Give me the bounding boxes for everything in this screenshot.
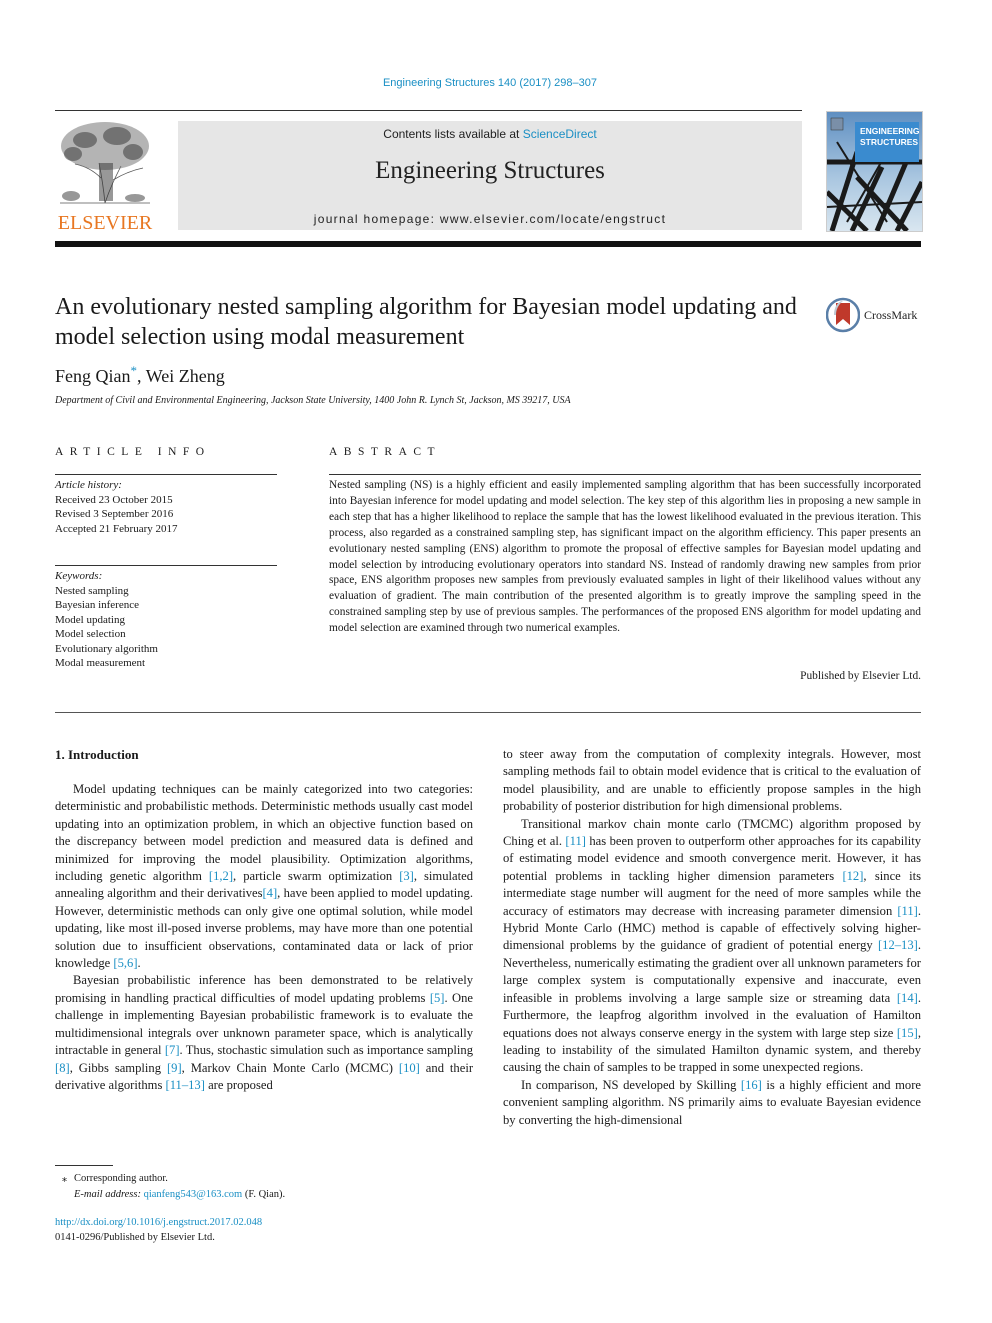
citation-link[interactable]: [5,6] [113, 956, 137, 970]
citation-link[interactable]: [10] [399, 1061, 420, 1075]
keyword-item: Bayesian inference [55, 599, 139, 611]
body-column-left: Model updating techniques can be mainly … [55, 781, 473, 1094]
keywords: Keywords: Nested sampling Bayesian infer… [55, 569, 158, 671]
citation-link[interactable]: [11] [565, 834, 586, 848]
author-separator: , [137, 366, 146, 386]
section-heading-introduction: 1. Introduction [55, 747, 139, 762]
author-list: Feng Qian*, Wei Zheng [55, 363, 225, 387]
keyword-item: Modal measurement [55, 657, 146, 669]
article-info-heading: ARTICLE INFO [55, 446, 211, 458]
author-name[interactable]: Wei Zheng [146, 366, 225, 386]
author-affiliation: Department of Civil and Environmental En… [55, 395, 571, 406]
body-text: , Markov Chain Monte Carlo (MCMC) [181, 1060, 399, 1075]
citation-link[interactable]: [12] [842, 869, 863, 883]
keyword-item: Model updating [55, 613, 125, 626]
email-suffix: (F. Qian). [242, 1189, 286, 1200]
citation-link[interactable]: [3] [399, 869, 414, 883]
history-accepted: Accepted 21 February 2017 [55, 522, 178, 535]
citation-link[interactable]: [16] [741, 1078, 762, 1092]
journal-masthead: Contents lists available at ScienceDirec… [178, 121, 802, 230]
citation-link[interactable]: [5] [430, 991, 445, 1005]
citation-link[interactable]: [11] [897, 904, 918, 918]
history-revised: Revised 3 September 2016 [55, 508, 174, 520]
abstract-divider [329, 474, 921, 475]
keyword-item: Evolutionary algorithm [55, 642, 158, 655]
citation-link[interactable]: [12–13] [878, 938, 918, 952]
cover-title: Engineering Structures [855, 122, 920, 162]
top-rule [55, 110, 802, 111]
footnote-marker: ⁎ [61, 1173, 68, 1184]
homepage-prefix: journal homepage: [313, 212, 440, 226]
info-divider [55, 565, 277, 566]
issn-line: 0141-0296/Published by Elsevier Ltd. [55, 1231, 215, 1243]
cover-title-line1: Engineering [860, 126, 920, 136]
body-paragraph: In comparison, NS developed by Skilling … [503, 1077, 921, 1129]
body-text: . Thus, stochastic simulation such as im… [179, 1043, 473, 1058]
article-history-label: Article history: [55, 479, 122, 491]
abstract-body: Nested sampling (NS) is a highly efficie… [329, 479, 921, 635]
body-text: Bayesian probabilistic inference has bee… [55, 973, 473, 1005]
citation-link[interactable]: [1,2] [209, 869, 233, 883]
journal-title: Engineering Structures [375, 157, 605, 184]
citation-link[interactable]: [11–13] [166, 1078, 205, 1092]
body-text: In comparison, NS developed by Skilling [521, 1077, 741, 1092]
elsevier-wordmark: ELSEVIER [57, 212, 153, 234]
elsevier-logo[interactable]: ELSEVIER [55, 118, 155, 234]
corresponding-author-note: Corresponding author. [74, 1173, 168, 1184]
contents-prefix: Contents lists available at [383, 127, 523, 141]
keywords-label: Keywords: [55, 570, 103, 582]
footnote-divider [55, 1165, 113, 1166]
citation-link[interactable]: [7] [165, 1043, 180, 1057]
section-divider [55, 712, 921, 713]
doi-block: http://dx.doi.org/10.1016/j.engstruct.20… [55, 1216, 262, 1245]
body-text: are proposed [204, 1077, 273, 1092]
contents-line: Contents lists available at ScienceDirec… [178, 127, 802, 141]
footnote-corresponding: ⁎ Corresponding author. [55, 1171, 285, 1187]
abstract-heading: ABSTRACT [329, 446, 442, 458]
doi-link[interactable]: http://dx.doi.org/10.1016/j.engstruct.20… [55, 1216, 262, 1231]
body-text: , Gibbs sampling [69, 1060, 167, 1075]
sciencedirect-link[interactable]: ScienceDirect [523, 127, 597, 141]
info-divider [55, 474, 277, 475]
body-text: to steer away from the computation of co… [503, 747, 921, 814]
keyword-item: Model selection [55, 628, 126, 640]
email-link[interactable]: qianfeng543@163.com [144, 1189, 243, 1200]
footnote: ⁎ Corresponding author. E-mail address: q… [55, 1171, 285, 1203]
body-text: . [137, 956, 141, 971]
body-text: , particle swarm optimization [233, 869, 400, 884]
journal-cover-image[interactable]: Engineering Structures [826, 111, 923, 232]
body-text: Model updating techniques can be mainly … [55, 782, 473, 884]
email-label: E-mail address: [74, 1189, 144, 1200]
body-paragraph: Bayesian probabilistic inference has bee… [55, 972, 473, 1094]
journal-reference-link[interactable]: Engineering Structures 140 (2017) 298–30… [0, 77, 980, 89]
keyword-item: Nested sampling [55, 584, 129, 597]
header-divider [55, 241, 921, 247]
crossmark-button[interactable]: CrossMark [826, 297, 926, 333]
citation-link[interactable]: [15] [897, 1026, 918, 1040]
history-received: Received 23 October 2015 [55, 493, 173, 506]
citation-link[interactable]: [8] [55, 1061, 70, 1075]
body-paragraph: to steer away from the computation of co… [503, 746, 921, 816]
citation-link[interactable]: [4] [262, 886, 277, 900]
cover-title-line2: Structures [860, 137, 919, 147]
body-paragraph: Model updating techniques can be mainly … [55, 781, 473, 972]
abstract-publisher-note: Published by Elsevier Ltd. [800, 670, 921, 682]
homepage-link[interactable]: www.elsevier.com/locate/engstruct [440, 212, 666, 226]
author-name[interactable]: Feng Qian [55, 366, 131, 386]
footnote-email: E-mail address: qianfeng543@163.com (F. … [55, 1187, 285, 1203]
crossmark-icon [826, 297, 860, 333]
elsevier-tree-icon [60, 122, 150, 204]
citation-link[interactable]: [9] [167, 1061, 182, 1075]
body-column-right: to steer away from the computation of co… [503, 746, 921, 1129]
journal-homepage: journal homepage: www.elsevier.com/locat… [178, 212, 802, 226]
article-history: Article history: Received 23 October 201… [55, 478, 178, 536]
crossmark-label: CrossMark [864, 308, 918, 322]
citation-link[interactable]: [14] [897, 991, 918, 1005]
article-title: An evolutionary nested sampling algorith… [55, 294, 797, 350]
body-paragraph: Transitional markov chain monte carlo (T… [503, 816, 921, 1077]
